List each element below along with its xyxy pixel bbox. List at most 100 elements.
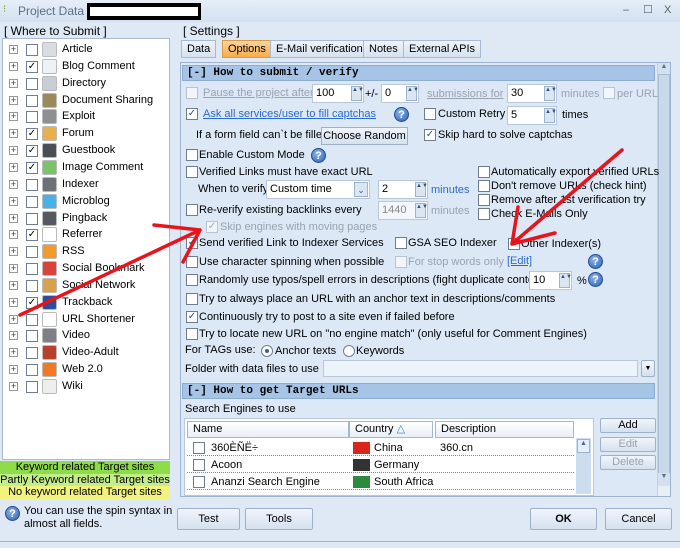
column-header-name[interactable]: Name <box>187 421 349 438</box>
tools-button[interactable]: Tools <box>245 508 313 530</box>
help-icon[interactable]: ? <box>311 148 326 163</box>
spinner-icon[interactable]: ▲▼ <box>415 182 428 197</box>
tree-item-checkbox[interactable] <box>26 313 38 326</box>
check-emails-checkbox[interactable] <box>478 208 490 220</box>
expand-icon[interactable]: + <box>9 162 18 172</box>
pause-label[interactable]: Pause the project after <box>203 87 314 100</box>
expand-icon[interactable]: + <box>9 382 18 391</box>
tree-item-social-bookmark[interactable]: + Social Bookmark <box>7 261 172 277</box>
spinner-icon[interactable]: ▲▼ <box>406 86 419 101</box>
tree-item-checkbox[interactable] <box>26 111 38 124</box>
tree-item-checkbox[interactable]: ✓ <box>26 60 38 73</box>
folder-dropdown-button[interactable]: ▼ <box>641 360 655 377</box>
pause-minutes-input[interactable]: 30 ▲▼ <box>507 84 557 103</box>
tree-item-checkbox[interactable] <box>26 44 38 56</box>
tree-item-checkbox[interactable] <box>26 279 38 292</box>
tree-item-checkbox[interactable]: ✓ <box>26 145 38 158</box>
tree-item-referrer[interactable]: + ✓ Referrer <box>7 227 172 243</box>
tree-item-video-adult[interactable]: + Video-Adult <box>7 345 172 361</box>
tree-item-forum[interactable]: + ✓ Forum <box>7 126 172 142</box>
tree-item-trackback[interactable]: + ✓ Trackback <box>7 294 172 311</box>
table-row[interactable]: Ananzi Search Engine South Africa <box>187 474 574 490</box>
cancel-button[interactable]: Cancel <box>605 508 672 530</box>
anchor-url-checkbox[interactable] <box>186 293 198 305</box>
tree-item-document-sharing[interactable]: + Document Sharing <box>7 92 172 109</box>
continuously-checkbox[interactable]: ✓ <box>186 311 198 323</box>
tree-item-checkbox[interactable] <box>26 212 38 225</box>
spinner-icon[interactable]: ▲▼ <box>559 273 572 288</box>
expand-icon[interactable]: + <box>9 95 18 105</box>
spinner-icon[interactable]: ▲▼ <box>544 86 557 101</box>
expand-icon[interactable]: + <box>9 348 18 358</box>
help-icon[interactable]: ? <box>588 254 603 269</box>
reverify-minutes-input[interactable]: 1440 ▲▼ <box>378 201 428 220</box>
expand-icon[interactable]: + <box>9 365 18 375</box>
ask-captchas-checkbox[interactable]: ✓ <box>186 108 198 120</box>
help-icon[interactable]: ? <box>394 107 409 122</box>
row-checkbox[interactable] <box>193 459 205 471</box>
panel-scrollbar[interactable]: ▲ ▼ <box>657 63 670 496</box>
maximize-button[interactable]: ☐ <box>643 3 653 16</box>
scroll-down-icon[interactable]: ▼ <box>658 473 670 486</box>
keywords-radio[interactable] <box>343 345 355 357</box>
typos-checkbox[interactable] <box>186 274 198 286</box>
custom-retry-checkbox[interactable] <box>424 108 436 120</box>
tree-item-checkbox[interactable] <box>26 330 38 343</box>
table-scrollbar[interactable]: ▲ <box>576 438 591 494</box>
expand-icon[interactable]: + <box>9 129 18 139</box>
tree-item-blog-comment[interactable]: + ✓ Blog Comment <box>7 58 172 75</box>
anchor-texts-radio[interactable] <box>261 345 273 357</box>
column-header-description[interactable]: Description <box>435 421 574 438</box>
scroll-thumb[interactable] <box>658 74 670 474</box>
expand-icon[interactable]: + <box>9 314 18 324</box>
typos-percent-input[interactable]: 10 ▲▼ <box>529 271 572 290</box>
spinner-icon[interactable]: ▲▼ <box>415 203 428 218</box>
tree-item-url-shortener[interactable]: + URL Shortener <box>7 311 172 328</box>
tree-item-web-2-0[interactable]: + Web 2.0 <box>7 362 172 378</box>
tab-external-apis[interactable]: External APIs <box>403 40 482 58</box>
tree-item-checkbox[interactable] <box>26 178 38 191</box>
retry-count-input[interactable]: 5 ▲▼ <box>507 106 557 125</box>
tree-item-checkbox[interactable]: ✓ <box>26 229 38 242</box>
tree-item-checkbox[interactable] <box>26 246 38 259</box>
tree-item-wiki[interactable]: + Wiki <box>7 379 172 395</box>
expand-icon[interactable]: + <box>9 213 18 223</box>
expand-icon[interactable]: + <box>9 230 18 240</box>
delete-button[interactable]: Delete <box>600 455 656 470</box>
chevron-down-icon[interactable]: ⌄ <box>354 182 368 197</box>
custom-mode-checkbox[interactable] <box>186 149 198 161</box>
test-button[interactable]: Test <box>177 508 240 530</box>
scroll-up-icon[interactable]: ▲ <box>577 439 590 453</box>
tree-item-checkbox[interactable] <box>26 364 38 377</box>
pause-count-input[interactable]: 100 ▲▼ <box>312 84 364 103</box>
expand-icon[interactable]: + <box>9 280 18 290</box>
expand-icon[interactable]: + <box>9 264 18 274</box>
tree-item-checkbox[interactable] <box>26 381 38 393</box>
close-button[interactable]: X <box>664 4 671 16</box>
tree-item-rss[interactable]: + RSS <box>7 244 172 260</box>
section-header-target-urls[interactable]: [-] How to get Target URLs <box>182 383 655 399</box>
expand-icon[interactable]: + <box>9 247 18 257</box>
column-header-country[interactable]: Country △ <box>349 421 433 438</box>
tree-item-checkbox[interactable] <box>26 263 38 276</box>
stop-words-checkbox[interactable] <box>395 256 407 268</box>
char-spin-checkbox[interactable] <box>186 256 198 268</box>
edit-button[interactable]: Edit <box>600 437 656 452</box>
expand-icon[interactable]: + <box>9 112 18 122</box>
expand-icon[interactable]: + <box>9 146 18 156</box>
ask-captchas-link[interactable]: Ask all services/user to fill captchas <box>203 108 376 121</box>
remove-after-checkbox[interactable] <box>478 194 490 206</box>
table-row[interactable]: Acoon Germany <box>187 457 574 473</box>
locate-url-checkbox[interactable] <box>186 328 198 340</box>
other-indexer-checkbox[interactable]: ✓ <box>508 238 520 250</box>
per-url-checkbox[interactable] <box>603 87 615 99</box>
verify-minutes-input[interactable]: 2 ▲▼ <box>378 180 428 199</box>
tree-item-checkbox[interactable] <box>26 195 38 208</box>
tree-item-exploit[interactable]: + Exploit <box>7 109 172 125</box>
gsa-indexer-checkbox[interactable] <box>395 237 407 249</box>
when-verify-select[interactable]: Custom time ⌄ <box>266 180 370 199</box>
tree-item-article[interactable]: + Article <box>7 42 172 58</box>
tab-options[interactable]: Options <box>222 40 272 58</box>
spinner-icon[interactable]: ▲▼ <box>351 86 364 101</box>
help-icon[interactable]: ? <box>588 272 603 287</box>
